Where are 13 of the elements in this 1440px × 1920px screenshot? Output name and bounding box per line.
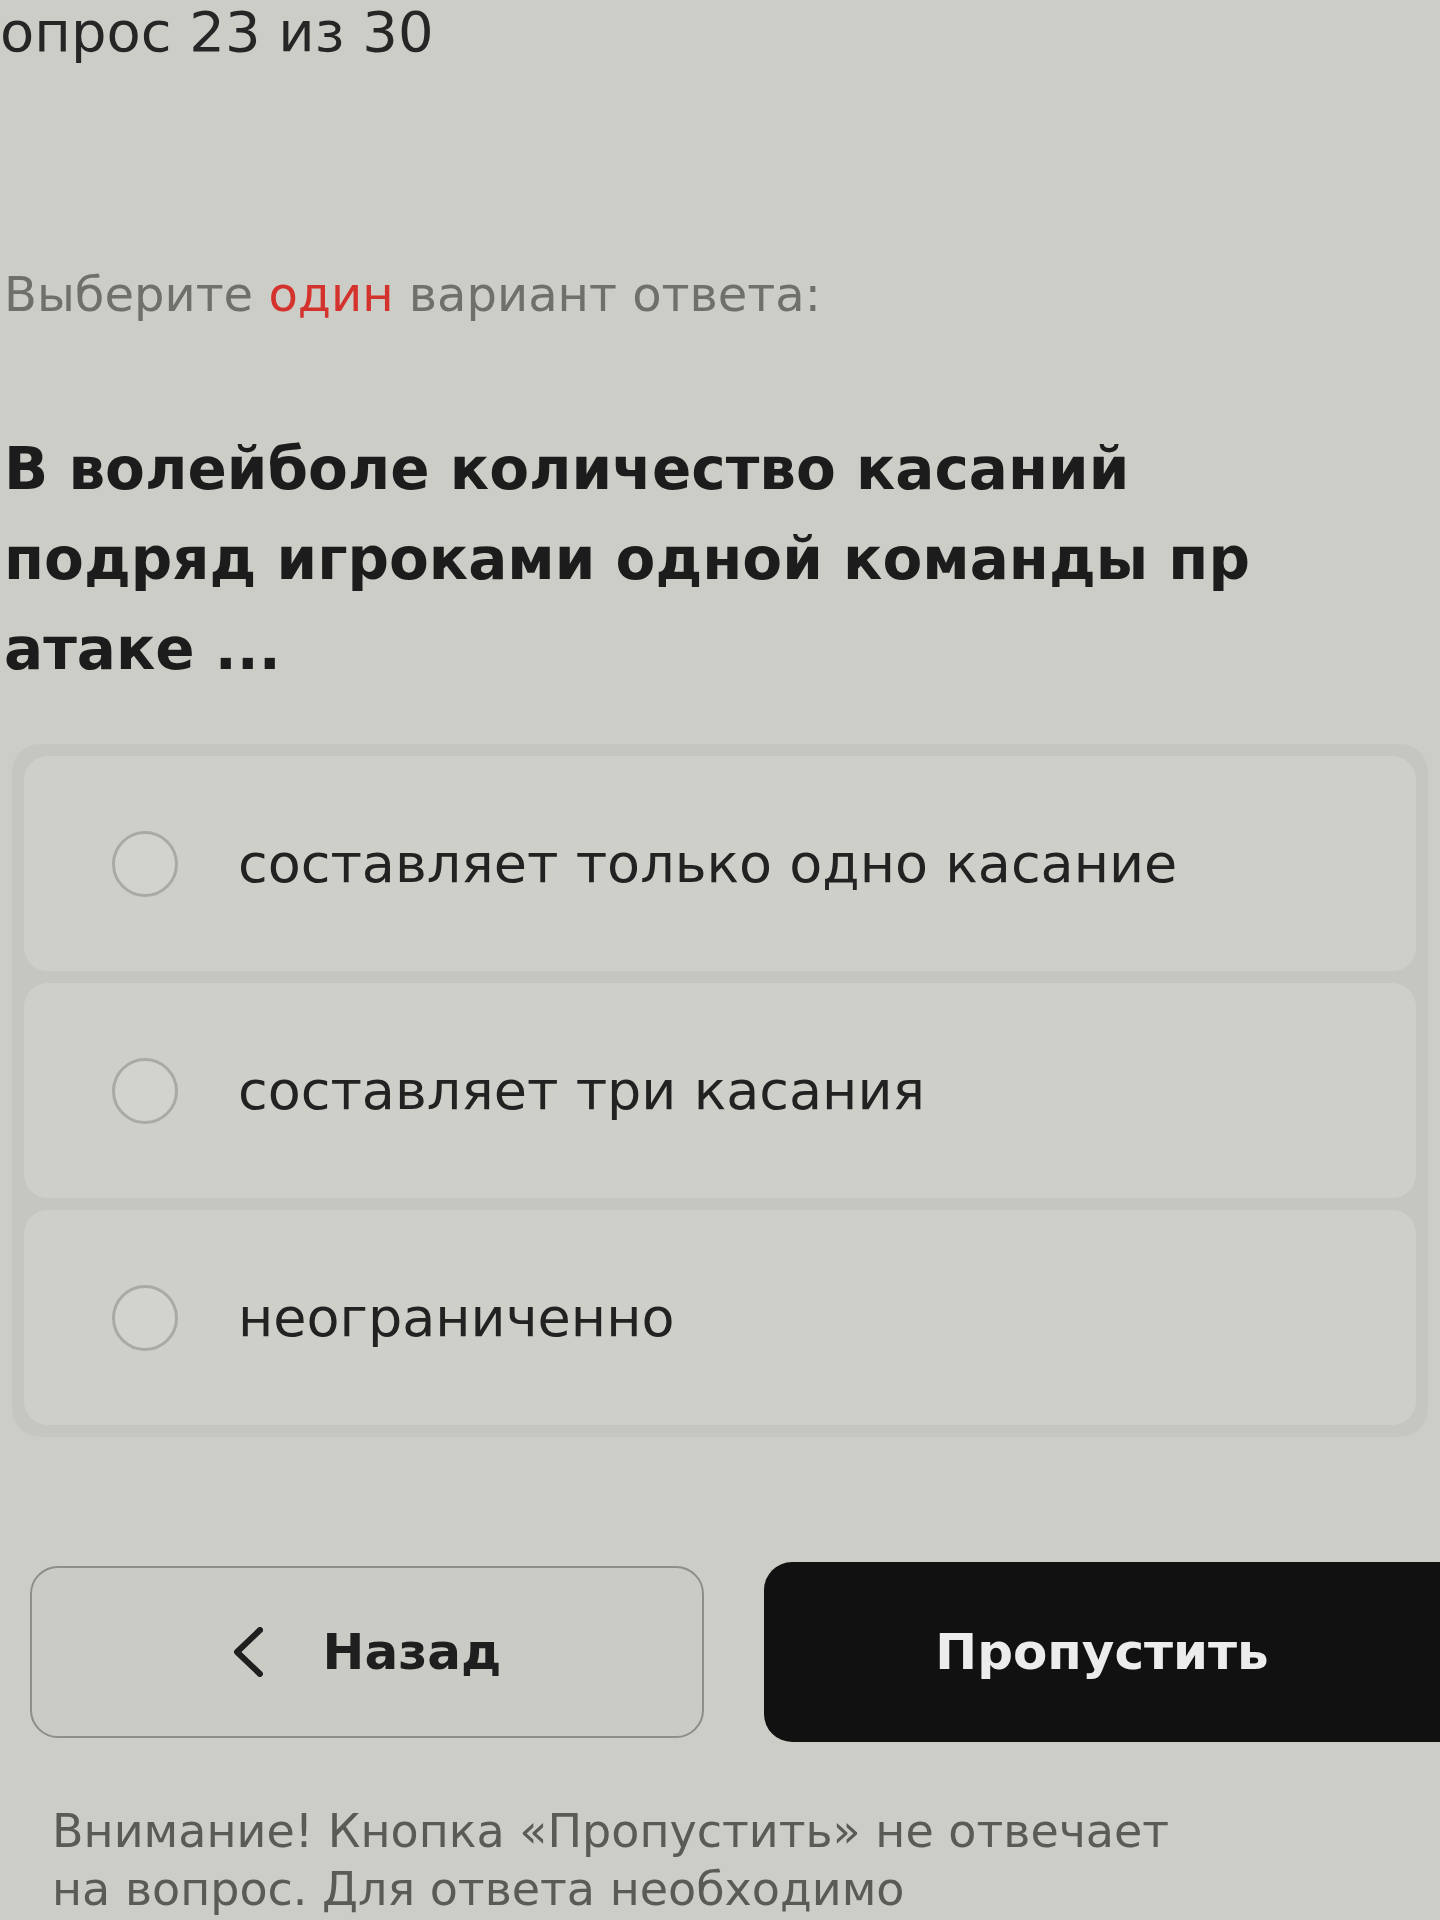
answer-option[interactable]: составляет три касания (24, 983, 1416, 1198)
warning-note: Внимание! Кнопка «Пропустить» не отвечает на вопрос. Для ответа необходимо (51, 1803, 1170, 1918)
question-counter: опрос 23 из 30 (0, 0, 434, 64)
option-label: неограниченно (238, 1284, 675, 1351)
option-label: составляет три касания (238, 1057, 925, 1124)
answer-option[interactable]: составляет только одно касание (24, 756, 1416, 971)
back-button[interactable]: Назад (30, 1566, 704, 1738)
chevron-left-icon (232, 1627, 263, 1677)
instruction-text: Выберите один вариант ответа: (3, 265, 822, 324)
answer-option[interactable]: неограниченно (24, 1210, 1416, 1425)
question-text: В волейболе количество касаний подряд игроками одной команды пр атаке ... (3, 434, 1251, 685)
skip-button[interactable]: Пропустить (764, 1562, 1440, 1742)
option-label: составляет только одно касание (238, 830, 1178, 897)
